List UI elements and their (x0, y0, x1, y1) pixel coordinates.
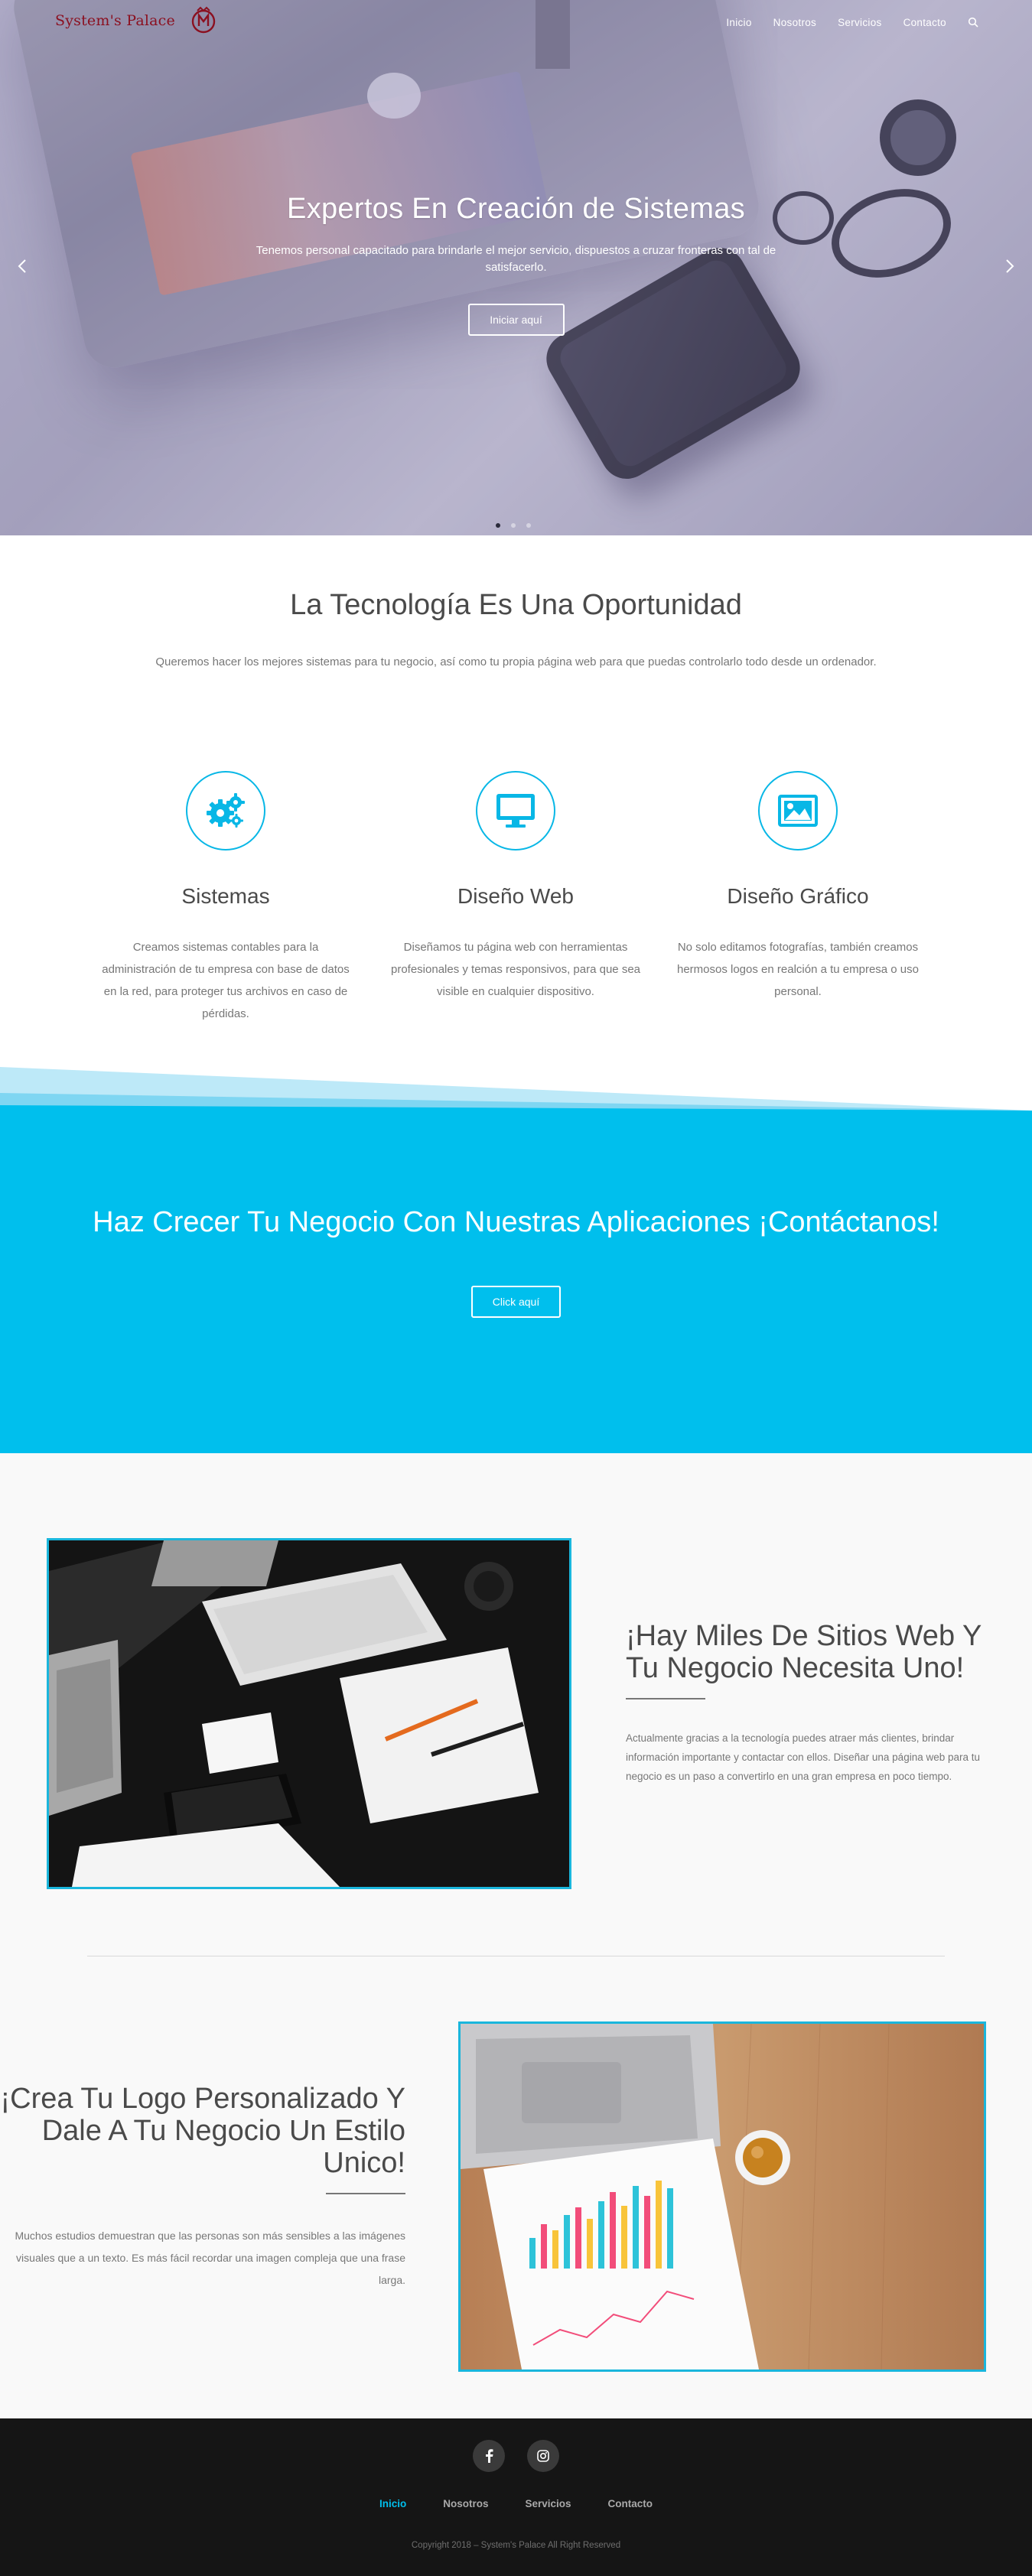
menu-item-nosotros[interactable]: Nosotros (763, 17, 827, 29)
cta-banner: Haz Crecer Tu Negocio Con Nuestras Aplic… (0, 1111, 1032, 1453)
footer-link-contacto[interactable]: Contacto (590, 2498, 672, 2509)
cta-title: Haz Crecer Tu Negocio Con Nuestras Aplic… (93, 1206, 939, 1238)
feature-diseno-web: Diseño Web Diseñamos tu página web con h… (386, 771, 646, 1003)
main-menu: Inicio Nosotros Servicios Contacto (715, 17, 980, 29)
top-navbar: System's Palace Inicio Nosotros Servicio… (0, 0, 1032, 46)
feature-icon-circle (476, 771, 555, 851)
feature-text: Creamos sistemas contables para la admin… (102, 941, 350, 1020)
logo-crown-icon (191, 6, 216, 34)
services-section: La Tecnología Es Una Oportunidad Queremo… (0, 535, 1032, 1071)
gears-icon (207, 793, 245, 828)
site-footer (0, 2418, 1032, 2576)
block2-title: ¡Crea Tu Logo Personalizado Y Dale A Tu … (0, 2083, 405, 2179)
hero-subtitle: Tenemos personal capacitado para brindar… (256, 244, 776, 274)
facebook-icon (486, 2449, 493, 2463)
feature-title: Diseño Gráfico (727, 884, 869, 908)
feature-sistemas: Sistemas Creamos sistemas contables para… (96, 771, 356, 1025)
menu-item-contacto[interactable]: Contacto (893, 17, 957, 29)
page: { "brand": {"name": "System's Palace", "… (0, 0, 1032, 2576)
instagram-button[interactable] (527, 2440, 559, 2472)
footer-link-inicio[interactable]: Inicio (361, 2498, 425, 2509)
feature-title: Diseño Web (457, 884, 574, 908)
chart-paper-image (458, 2021, 986, 2372)
hero-title: Expertos En Creación de Sistemas (287, 193, 745, 225)
block2-text: Muchos estudios demuestran que las perso… (15, 2230, 405, 2286)
facebook-button[interactable] (473, 2440, 505, 2472)
slider-dot-3[interactable] (526, 523, 531, 528)
block1-text: Actualmente gracias a la tecnología pued… (626, 1732, 981, 1782)
feature-title: Sistemas (181, 884, 270, 908)
block2-underline (326, 2193, 405, 2194)
hero-slider: System's Palace Inicio Nosotros Servicio… (0, 0, 1032, 535)
monitor-icon (496, 794, 535, 828)
footer-nav: Inicio Nosotros Servicios Contacto (0, 2498, 1032, 2509)
menu-item-inicio[interactable]: Inicio (715, 17, 762, 29)
feature-text: No solo editamos fotografías, también cr… (676, 941, 919, 998)
search-icon (968, 17, 978, 28)
instagram-icon (537, 2450, 549, 2462)
feature-icon-circle (186, 771, 265, 851)
feature-icon-circle (758, 771, 838, 851)
slider-dot-1[interactable] (496, 523, 500, 528)
feature-diseno-grafico: Diseño Gráfico No solo editamos fotograf… (668, 771, 928, 1003)
footer-link-nosotros[interactable]: Nosotros (425, 2498, 506, 2509)
slider-prev-arrow-icon[interactable] (14, 257, 32, 275)
feature-text: Diseñamos tu página web con herramientas… (390, 941, 640, 998)
menu-item-servicios[interactable]: Servicios (827, 17, 892, 29)
section-title: La Tecnología Es Una Oportunidad (290, 589, 742, 621)
chart-paper-photo (461, 2024, 984, 2369)
site-logo[interactable]: System's Palace (55, 12, 175, 29)
cta-click-button[interactable]: Click aquí (471, 1286, 561, 1318)
search-button[interactable] (957, 17, 980, 29)
slider-dot-2[interactable] (511, 523, 516, 528)
section-intro-text: Queremos hacer los mejores sistemas para… (155, 655, 877, 668)
block1-title: ¡Hay Miles De Sitios Web Y Tu Negocio Ne… (626, 1620, 982, 1684)
block1-underline (626, 1698, 705, 1699)
desk-keyboard-image (47, 1538, 571, 1889)
desk-keyboard-photo (49, 1540, 569, 1887)
hero-caption: Expertos En Creación de Sistemas Tenemos… (0, 193, 1032, 336)
copyright-text: Copyright 2018 – System's Palace All Rig… (411, 2541, 621, 2550)
footer-link-servicios[interactable]: Servicios (506, 2498, 589, 2509)
section-wave-divider (0, 1067, 1032, 1113)
hero-start-button[interactable]: Iniciar aquí (467, 304, 565, 336)
slider-pagination (496, 523, 531, 528)
slider-next-arrow-icon[interactable] (1000, 257, 1018, 275)
image-icon (778, 795, 818, 827)
